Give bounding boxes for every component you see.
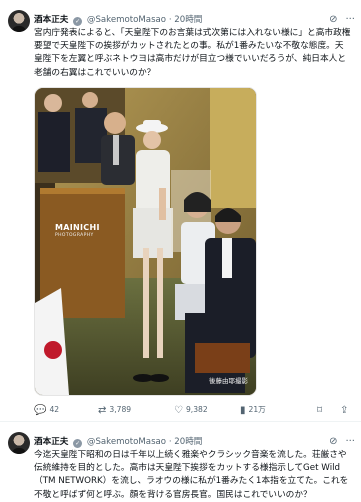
tweet-top-icons: ⊘ ··· <box>321 435 355 449</box>
views-button[interactable]: ▮ 21万 <box>240 403 266 417</box>
tweet-2[interactable]: 酒本正夫 ✓ @SakemotoMasao · 20時間 ⊘ ··· 今迄天皇陛下… <box>0 422 361 500</box>
photo-watermark-sub: PHOTOGRAPHY <box>55 233 94 238</box>
tweet-text: 今迄天皇陛下昭和の日は千年以上続く雅楽やクラシック音楽を流した。荘厳さや伝統維持… <box>34 450 349 500</box>
verified-badge-icon: ✓ <box>73 439 83 448</box>
reply-count: 42 <box>49 405 60 414</box>
like-icon: ♡ <box>174 405 183 416</box>
more-icon[interactable]: ··· <box>345 436 355 447</box>
retweet-icon: ⇄ <box>98 405 107 416</box>
views-count: 21万 <box>248 405 266 414</box>
reply-icon: 💬 <box>34 405 47 416</box>
tweet-actions: 💬 42 ⇄ 3,789 ♡ 9,382 ▮ 21万 ⌑ ⇪ <box>34 403 356 417</box>
verified-badge-icon: ✓ <box>73 17 83 26</box>
tweet-photo[interactable]: MAINICHI PHOTOGRAPHY 後藤由耶撮影 <box>34 87 257 396</box>
handle[interactable]: @SakemotoMasao <box>87 15 166 25</box>
separator: · <box>168 15 172 25</box>
tweet-top-icons: ⊘ ··· <box>321 13 355 27</box>
separator: · <box>168 437 172 447</box>
avatar[interactable] <box>8 432 30 454</box>
reply-button[interactable]: 💬 42 <box>34 403 59 417</box>
tweet-header: 酒本正夫 ✓ @SakemotoMasao · 20時間 <box>34 435 202 449</box>
retweet-count: 3,789 <box>109 405 132 414</box>
grok-icon[interactable]: ⊘ <box>329 14 337 25</box>
more-icon[interactable]: ··· <box>345 14 355 25</box>
grok-icon[interactable]: ⊘ <box>329 436 337 447</box>
like-button[interactable]: ♡ 9,382 <box>174 403 208 417</box>
avatar[interactable] <box>8 10 30 32</box>
timestamp[interactable]: 20時間 <box>174 15 202 25</box>
photo-credit: 後藤由耶撮影 <box>209 377 248 385</box>
photo-watermark-brand: MAINICHI <box>55 223 100 232</box>
display-name[interactable]: 酒本正夫 <box>34 437 68 447</box>
tweet-1[interactable]: 酒本正夫 ✓ @SakemotoMasao · 20時間 ⊘ ··· 宮内庁発表に… <box>0 0 361 422</box>
share-button[interactable]: ⇪ <box>340 403 351 417</box>
bookmark-button[interactable]: ⌑ <box>317 403 325 417</box>
display-name[interactable]: 酒本正夫 <box>34 15 68 25</box>
photo-scene <box>35 88 256 395</box>
views-icon: ▮ <box>240 405 246 416</box>
handle[interactable]: @SakemotoMasao <box>87 437 166 447</box>
like-count: 9,382 <box>185 405 208 414</box>
bookmark-icon: ⌑ <box>317 405 323 416</box>
tweet-header: 酒本正夫 ✓ @SakemotoMasao · 20時間 <box>34 13 202 27</box>
tweet-text: 宮内庁発表によると、「天皇陛下のお言葉は式次第には入れない様に」と高市政権要望で… <box>34 28 351 78</box>
share-icon: ⇪ <box>340 405 349 416</box>
retweet-button[interactable]: ⇄ 3,789 <box>98 403 131 417</box>
timestamp[interactable]: 20時間 <box>174 437 202 447</box>
